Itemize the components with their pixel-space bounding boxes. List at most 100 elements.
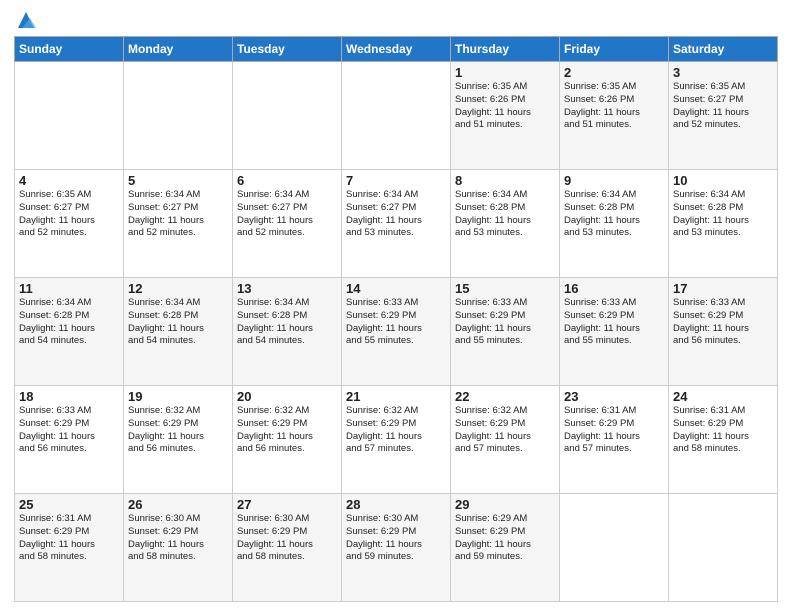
day-number: 16 [564, 281, 664, 296]
day-info: Sunrise: 6:34 AM Sunset: 6:28 PM Dayligh… [19, 297, 119, 348]
day-number: 10 [673, 173, 773, 188]
calendar-cell: 18Sunrise: 6:33 AM Sunset: 6:29 PM Dayli… [15, 386, 124, 494]
page: SundayMondayTuesdayWednesdayThursdayFrid… [0, 0, 792, 612]
day-info: Sunrise: 6:30 AM Sunset: 6:29 PM Dayligh… [346, 513, 446, 564]
day-info: Sunrise: 6:30 AM Sunset: 6:29 PM Dayligh… [128, 513, 228, 564]
calendar-cell: 2Sunrise: 6:35 AM Sunset: 6:26 PM Daylig… [560, 62, 669, 170]
calendar-cell: 27Sunrise: 6:30 AM Sunset: 6:29 PM Dayli… [233, 494, 342, 602]
calendar-cell: 14Sunrise: 6:33 AM Sunset: 6:29 PM Dayli… [342, 278, 451, 386]
calendar-cell: 3Sunrise: 6:35 AM Sunset: 6:27 PM Daylig… [669, 62, 778, 170]
weekday-header-sunday: Sunday [15, 37, 124, 62]
week-row-4: 18Sunrise: 6:33 AM Sunset: 6:29 PM Dayli… [15, 386, 778, 494]
calendar-cell: 20Sunrise: 6:32 AM Sunset: 6:29 PM Dayli… [233, 386, 342, 494]
day-number: 24 [673, 389, 773, 404]
day-info: Sunrise: 6:34 AM Sunset: 6:28 PM Dayligh… [564, 189, 664, 240]
day-info: Sunrise: 6:33 AM Sunset: 6:29 PM Dayligh… [346, 297, 446, 348]
calendar-cell: 12Sunrise: 6:34 AM Sunset: 6:28 PM Dayli… [124, 278, 233, 386]
calendar-cell: 5Sunrise: 6:34 AM Sunset: 6:27 PM Daylig… [124, 170, 233, 278]
day-number: 2 [564, 65, 664, 80]
day-number: 29 [455, 497, 555, 512]
calendar-cell: 29Sunrise: 6:29 AM Sunset: 6:29 PM Dayli… [451, 494, 560, 602]
day-number: 26 [128, 497, 228, 512]
calendar-cell: 21Sunrise: 6:32 AM Sunset: 6:29 PM Dayli… [342, 386, 451, 494]
day-number: 7 [346, 173, 446, 188]
day-info: Sunrise: 6:31 AM Sunset: 6:29 PM Dayligh… [673, 405, 773, 456]
calendar-cell: 22Sunrise: 6:32 AM Sunset: 6:29 PM Dayli… [451, 386, 560, 494]
day-info: Sunrise: 6:32 AM Sunset: 6:29 PM Dayligh… [237, 405, 337, 456]
header [14, 10, 778, 30]
day-number: 23 [564, 389, 664, 404]
calendar-cell: 10Sunrise: 6:34 AM Sunset: 6:28 PM Dayli… [669, 170, 778, 278]
calendar-cell [342, 62, 451, 170]
day-info: Sunrise: 6:34 AM Sunset: 6:27 PM Dayligh… [346, 189, 446, 240]
calendar-cell: 24Sunrise: 6:31 AM Sunset: 6:29 PM Dayli… [669, 386, 778, 494]
calendar-cell [124, 62, 233, 170]
calendar-cell: 7Sunrise: 6:34 AM Sunset: 6:27 PM Daylig… [342, 170, 451, 278]
day-info: Sunrise: 6:33 AM Sunset: 6:29 PM Dayligh… [455, 297, 555, 348]
day-info: Sunrise: 6:34 AM Sunset: 6:27 PM Dayligh… [237, 189, 337, 240]
calendar-cell: 1Sunrise: 6:35 AM Sunset: 6:26 PM Daylig… [451, 62, 560, 170]
day-number: 3 [673, 65, 773, 80]
day-number: 18 [19, 389, 119, 404]
calendar-table: SundayMondayTuesdayWednesdayThursdayFrid… [14, 36, 778, 602]
day-number: 22 [455, 389, 555, 404]
weekday-header-friday: Friday [560, 37, 669, 62]
day-info: Sunrise: 6:32 AM Sunset: 6:29 PM Dayligh… [128, 405, 228, 456]
day-number: 6 [237, 173, 337, 188]
day-info: Sunrise: 6:34 AM Sunset: 6:27 PM Dayligh… [128, 189, 228, 240]
day-number: 19 [128, 389, 228, 404]
day-number: 12 [128, 281, 228, 296]
day-info: Sunrise: 6:35 AM Sunset: 6:26 PM Dayligh… [455, 81, 555, 132]
day-info: Sunrise: 6:34 AM Sunset: 6:28 PM Dayligh… [455, 189, 555, 240]
calendar-cell: 26Sunrise: 6:30 AM Sunset: 6:29 PM Dayli… [124, 494, 233, 602]
day-number: 9 [564, 173, 664, 188]
week-row-3: 11Sunrise: 6:34 AM Sunset: 6:28 PM Dayli… [15, 278, 778, 386]
weekday-header-monday: Monday [124, 37, 233, 62]
calendar-cell: 8Sunrise: 6:34 AM Sunset: 6:28 PM Daylig… [451, 170, 560, 278]
day-number: 13 [237, 281, 337, 296]
day-info: Sunrise: 6:33 AM Sunset: 6:29 PM Dayligh… [564, 297, 664, 348]
calendar-cell: 28Sunrise: 6:30 AM Sunset: 6:29 PM Dayli… [342, 494, 451, 602]
week-row-1: 1Sunrise: 6:35 AM Sunset: 6:26 PM Daylig… [15, 62, 778, 170]
calendar-cell: 17Sunrise: 6:33 AM Sunset: 6:29 PM Dayli… [669, 278, 778, 386]
day-number: 17 [673, 281, 773, 296]
calendar-cell: 9Sunrise: 6:34 AM Sunset: 6:28 PM Daylig… [560, 170, 669, 278]
weekday-header-wednesday: Wednesday [342, 37, 451, 62]
day-number: 1 [455, 65, 555, 80]
day-info: Sunrise: 6:34 AM Sunset: 6:28 PM Dayligh… [673, 189, 773, 240]
day-info: Sunrise: 6:35 AM Sunset: 6:27 PM Dayligh… [19, 189, 119, 240]
logo-icon [16, 10, 36, 30]
weekday-header-saturday: Saturday [669, 37, 778, 62]
weekday-header-tuesday: Tuesday [233, 37, 342, 62]
weekday-header-thursday: Thursday [451, 37, 560, 62]
day-number: 8 [455, 173, 555, 188]
day-number: 14 [346, 281, 446, 296]
day-info: Sunrise: 6:34 AM Sunset: 6:28 PM Dayligh… [237, 297, 337, 348]
day-info: Sunrise: 6:31 AM Sunset: 6:29 PM Dayligh… [19, 513, 119, 564]
week-row-2: 4Sunrise: 6:35 AM Sunset: 6:27 PM Daylig… [15, 170, 778, 278]
day-info: Sunrise: 6:31 AM Sunset: 6:29 PM Dayligh… [564, 405, 664, 456]
calendar-cell: 25Sunrise: 6:31 AM Sunset: 6:29 PM Dayli… [15, 494, 124, 602]
day-info: Sunrise: 6:35 AM Sunset: 6:26 PM Dayligh… [564, 81, 664, 132]
day-info: Sunrise: 6:34 AM Sunset: 6:28 PM Dayligh… [128, 297, 228, 348]
calendar-cell: 19Sunrise: 6:32 AM Sunset: 6:29 PM Dayli… [124, 386, 233, 494]
calendar-cell: 13Sunrise: 6:34 AM Sunset: 6:28 PM Dayli… [233, 278, 342, 386]
day-number: 28 [346, 497, 446, 512]
weekday-header-row: SundayMondayTuesdayWednesdayThursdayFrid… [15, 37, 778, 62]
day-number: 4 [19, 173, 119, 188]
day-info: Sunrise: 6:33 AM Sunset: 6:29 PM Dayligh… [19, 405, 119, 456]
day-number: 11 [19, 281, 119, 296]
week-row-5: 25Sunrise: 6:31 AM Sunset: 6:29 PM Dayli… [15, 494, 778, 602]
day-number: 15 [455, 281, 555, 296]
calendar-cell: 16Sunrise: 6:33 AM Sunset: 6:29 PM Dayli… [560, 278, 669, 386]
calendar-cell: 4Sunrise: 6:35 AM Sunset: 6:27 PM Daylig… [15, 170, 124, 278]
calendar-cell [15, 62, 124, 170]
day-info: Sunrise: 6:32 AM Sunset: 6:29 PM Dayligh… [346, 405, 446, 456]
day-info: Sunrise: 6:29 AM Sunset: 6:29 PM Dayligh… [455, 513, 555, 564]
day-info: Sunrise: 6:35 AM Sunset: 6:27 PM Dayligh… [673, 81, 773, 132]
day-number: 5 [128, 173, 228, 188]
day-number: 27 [237, 497, 337, 512]
day-number: 25 [19, 497, 119, 512]
calendar-cell: 23Sunrise: 6:31 AM Sunset: 6:29 PM Dayli… [560, 386, 669, 494]
calendar-cell [560, 494, 669, 602]
